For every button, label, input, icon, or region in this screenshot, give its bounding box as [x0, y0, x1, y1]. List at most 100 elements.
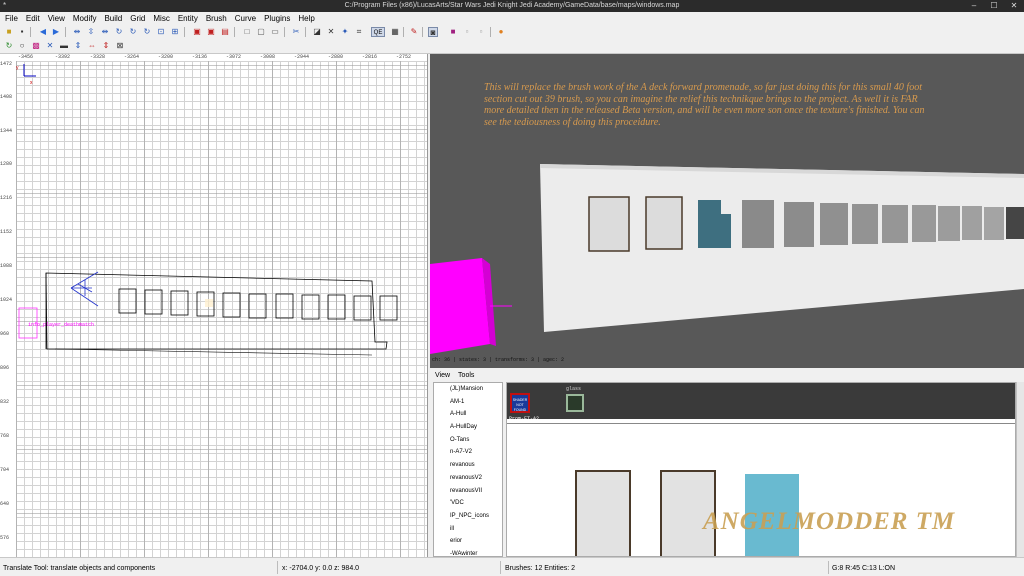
camera-viewport[interactable]: This will replace the brush work of the … — [430, 54, 1024, 368]
mirror-icon[interactable]: ⇔ — [87, 41, 97, 51]
menu-curve[interactable]: Curve — [230, 12, 259, 23]
refresh-icon[interactable]: ↻ — [4, 41, 14, 51]
qe-icon[interactable]: QE — [371, 27, 385, 37]
open-icon[interactable]: ■ — [4, 27, 14, 37]
menu-view[interactable]: View — [43, 12, 68, 23]
undo-icon[interactable]: ◀ — [38, 27, 48, 37]
menu-file[interactable]: File — [0, 12, 21, 23]
select-inside-icon[interactable]: ▣ — [206, 27, 216, 37]
tree-item[interactable]: A-HullDay — [434, 421, 502, 434]
filter-icon[interactable]: ■ — [448, 27, 458, 37]
tree-item[interactable]: erior — [434, 535, 502, 548]
csg-merge-icon[interactable]: □ — [242, 27, 252, 37]
vertex-icon[interactable]: ✕ — [45, 41, 55, 51]
brush-tool-icon[interactable]: ▦ — [390, 27, 400, 37]
texture-tree[interactable]: (JL)Mansion AM-1 A-Hull A-HullDay O-Tans… — [433, 382, 503, 557]
status-tool: Translate Tool: translate objects and co… — [3, 565, 156, 572]
menu-brush[interactable]: Brush — [201, 12, 230, 23]
mirror-y-icon[interactable]: ⇕ — [101, 41, 111, 51]
light-preview-icon[interactable]: ▫ — [462, 27, 472, 37]
scale-icon[interactable]: ⇕ — [73, 41, 83, 51]
hollow-icon[interactable]: ▢ — [256, 27, 266, 37]
change-views-icon[interactable]: ✂ — [291, 27, 301, 37]
entity-box — [430, 258, 490, 354]
tree-item[interactable]: revanous — [434, 459, 502, 472]
minimize-button[interactable]: – — [964, 0, 984, 12]
window-pane — [820, 203, 848, 245]
tex-menu-tools[interactable]: Tools — [453, 370, 477, 379]
flip-x-icon[interactable]: ⇹ — [72, 27, 82, 37]
texture-scrollbar[interactable] — [1016, 382, 1024, 557]
rotate-x-icon[interactable]: ↻ — [114, 27, 124, 37]
glass-texture-thumb[interactable] — [566, 394, 584, 412]
menu-grid[interactable]: Grid — [125, 12, 148, 23]
tree-item[interactable]: ill — [434, 523, 502, 536]
tree-item[interactable]: (JL)Mansion — [434, 383, 502, 396]
texture-browser: View Tools (JL)Mansion AM-1 A-Hull A-Hull… — [430, 370, 1024, 557]
xy-grid-view[interactable]: -3456 -3392 -3328 -3264 -3200 -3136 -307… — [0, 54, 428, 557]
menu-modify[interactable]: Modify — [68, 12, 100, 23]
rotate-y-icon[interactable]: ↻ — [128, 27, 138, 37]
save-icon[interactable]: ▪ — [17, 27, 27, 37]
select-touching-icon[interactable]: ⊞ — [170, 27, 180, 37]
axis-y-label: y — [16, 65, 19, 71]
menu-bar: File Edit View Modify Build Grid Misc Entity Bru… — [0, 12, 1024, 25]
clipper-icon[interactable]: ▭ — [270, 27, 280, 37]
sphere-icon[interactable]: ○ — [17, 41, 27, 51]
window-brush — [327, 294, 346, 320]
window-brush — [379, 295, 398, 321]
flip-z-icon[interactable]: ⇹ — [100, 27, 110, 37]
menu-entity[interactable]: Entity — [173, 12, 201, 23]
cursor-marker — [205, 299, 213, 307]
tree-item[interactable]: revanousVII — [434, 485, 502, 498]
plugin-icon[interactable]: ● — [496, 27, 506, 37]
tree-item[interactable]: revanousV2 — [434, 472, 502, 485]
window-texture[interactable] — [575, 470, 631, 556]
window-pane — [962, 206, 982, 240]
select-complete-tall-icon[interactable]: ⊡ — [156, 27, 166, 37]
tree-item[interactable]: A-Hull — [434, 408, 502, 421]
texture-grid[interactable]: SHADER NOT FOUND glass Prom-FT-A2 ANGELM… — [506, 382, 1016, 557]
redo-icon[interactable]: ▶ — [51, 27, 61, 37]
grid-toggle-icon[interactable]: ⊠ — [115, 41, 125, 51]
texture-preview-icon[interactable]: ▫ — [476, 27, 486, 37]
patch-icon[interactable]: ✎ — [409, 27, 419, 37]
tree-item[interactable]: IP_NPC_icons — [434, 510, 502, 523]
entity-icon[interactable]: ⌗ — [354, 27, 364, 37]
window-frame — [588, 196, 630, 252]
menu-edit[interactable]: Edit — [21, 12, 43, 23]
menu-build[interactable]: Build — [99, 12, 125, 23]
select-partial-tall-icon[interactable]: ▣ — [192, 27, 202, 37]
tree-item[interactable]: O-Tans — [434, 434, 502, 447]
tree-item[interactable]: n-A7-V2 — [434, 446, 502, 459]
color-icon[interactable]: ▩ — [31, 41, 41, 51]
csg-subtract-icon[interactable]: ▤ — [220, 27, 230, 37]
tex-menu-view[interactable]: View — [430, 370, 453, 379]
menu-misc[interactable]: Misc — [148, 12, 172, 23]
texture-preview — [507, 423, 1015, 556]
status-brush-count: Brushes: 12 Entities: 2 — [505, 565, 576, 572]
menu-plugins[interactable]: Plugins — [259, 12, 293, 23]
texture-lock-icon[interactable]: ✦ — [340, 27, 350, 37]
cubic-clip-icon[interactable]: ✕ — [326, 27, 336, 37]
flip-y-icon[interactable]: ⇳ — [86, 27, 96, 37]
camera-icon[interactable]: ◪ — [312, 27, 322, 37]
menu-help[interactable]: Help — [293, 12, 317, 23]
tree-item[interactable]: AM-1 — [434, 396, 502, 409]
window-title: C:/Program Files (x86)/LucasArts/Star Wa… — [344, 2, 680, 9]
tree-item[interactable]: 'VDC — [434, 497, 502, 510]
rotate-z-icon[interactable]: ↻ — [142, 27, 152, 37]
watermark-text: ANGELMODDER TM — [703, 508, 956, 535]
edge-icon[interactable]: ▬ — [59, 41, 69, 51]
axis-x-label: x — [30, 80, 33, 86]
entity-label: info_player_deathmatch — [28, 322, 94, 328]
window-pane — [938, 206, 960, 241]
close-button[interactable]: ✕ — [1004, 0, 1024, 12]
render-stats: ch: 36 | states: 3 | transforms: 3 | age… — [432, 357, 565, 363]
window-brush — [170, 290, 189, 316]
maximize-button[interactable]: ☐ — [984, 0, 1004, 12]
shader-not-found-thumb[interactable]: SHADER NOT FOUND — [510, 393, 530, 413]
hull-brush-outline — [45, 272, 388, 350]
tree-item[interactable]: -WAwinter — [434, 548, 502, 556]
shader-icon[interactable]: ◙ — [428, 27, 438, 37]
